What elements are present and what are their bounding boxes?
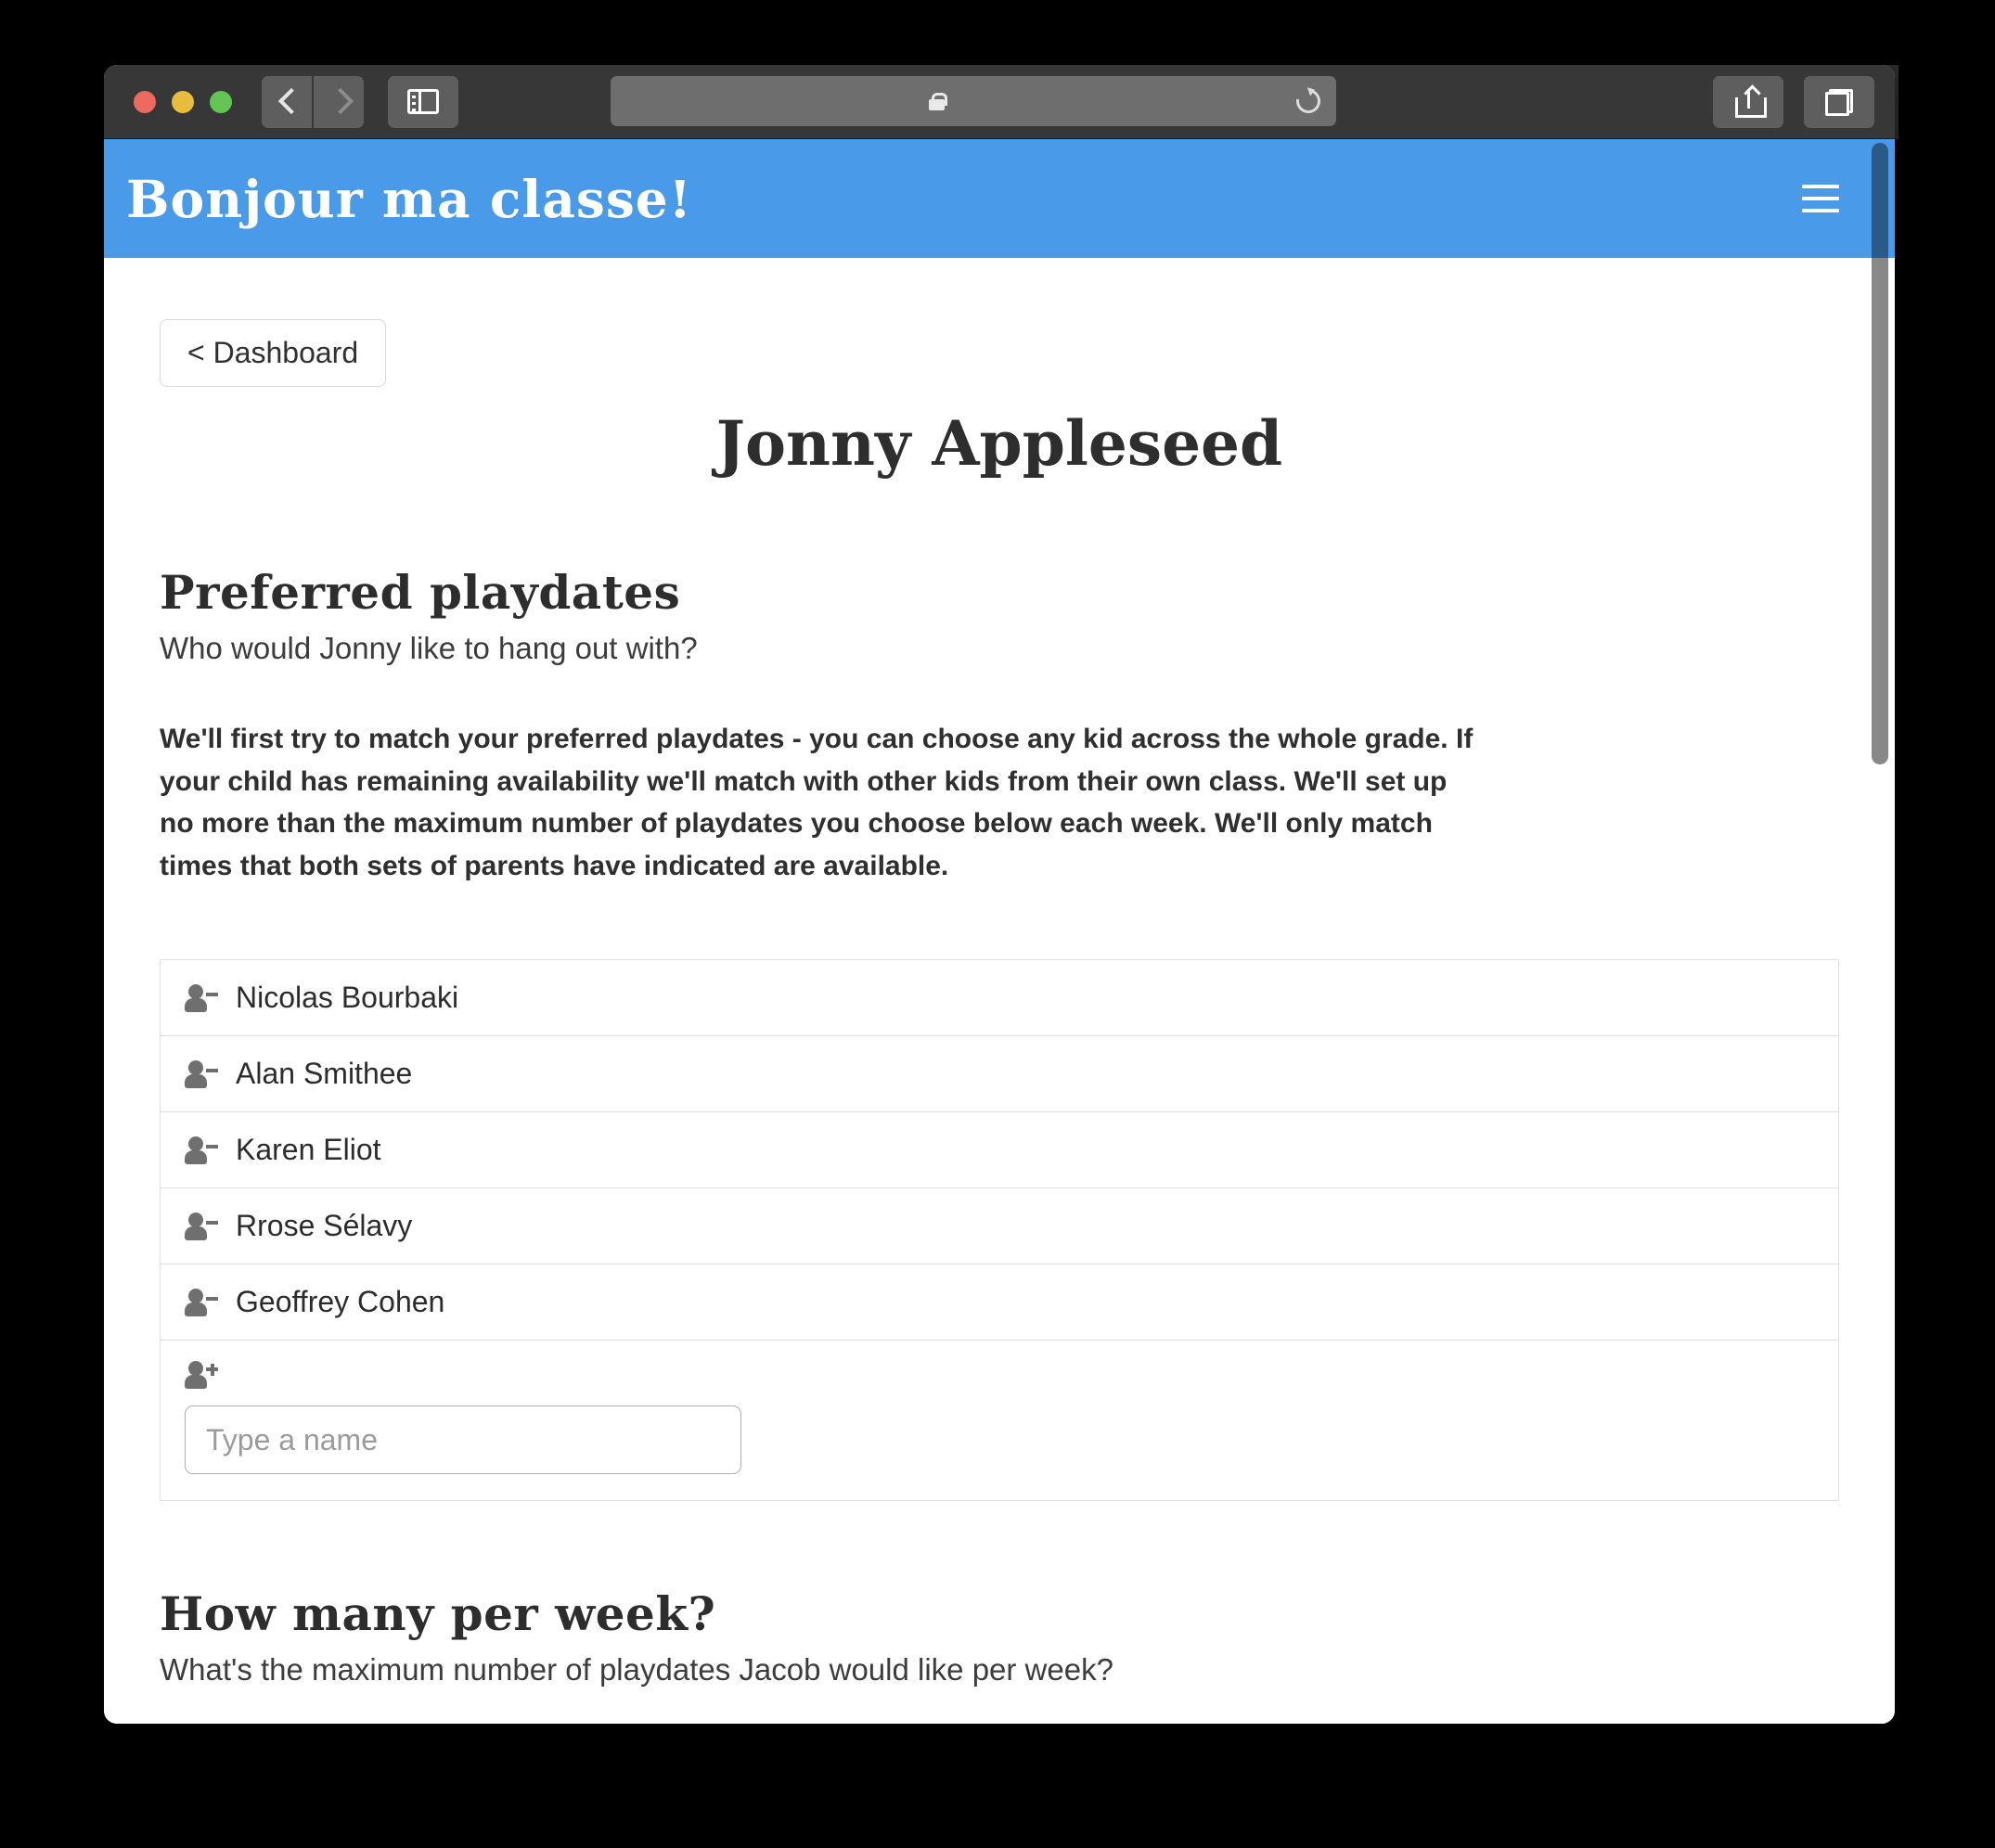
address-bar[interactable] bbox=[611, 76, 1336, 126]
section-subheading-preferred-playdates: Who would Jonny like to hang out with? bbox=[160, 631, 698, 665]
section-heading-preferred-playdates: Preferred playdates bbox=[160, 565, 681, 620]
preferred-playdates-list: Nicolas Bourbaki Alan Smithee Karen Elio… bbox=[160, 959, 1839, 1502]
page-viewport: Bonjour ma classe! < Dashboard Jonny App… bbox=[104, 139, 1895, 1724]
hamburger-menu-icon[interactable] bbox=[1802, 185, 1839, 212]
person-remove-icon[interactable] bbox=[185, 1212, 218, 1240]
list-item-label: Geoffrey Cohen bbox=[236, 1285, 445, 1319]
forward-button[interactable] bbox=[314, 75, 364, 128]
add-playdate-row bbox=[161, 1341, 1838, 1500]
maximize-window-button[interactable] bbox=[210, 90, 232, 113]
share-icon bbox=[1735, 87, 1767, 118]
sidebar-icon bbox=[407, 89, 439, 114]
site-header: Bonjour ma classe! bbox=[104, 139, 1895, 258]
list-item-label: Rrose Sélavy bbox=[236, 1209, 413, 1243]
page-scrollbar[interactable] bbox=[1872, 139, 1888, 1724]
minimize-window-button[interactable] bbox=[172, 90, 194, 113]
navigation-buttons bbox=[262, 75, 458, 128]
person-remove-icon[interactable] bbox=[185, 1288, 218, 1316]
tabs-icon bbox=[1825, 88, 1853, 116]
window-controls bbox=[134, 90, 232, 113]
toolbar-right-group bbox=[1713, 76, 1895, 128]
weekly-limit-section: How many per week? What's the maximum nu… bbox=[160, 1586, 1839, 1724]
person-remove-icon[interactable] bbox=[185, 1136, 218, 1164]
lock-icon bbox=[929, 92, 947, 110]
person-remove-icon[interactable] bbox=[185, 1059, 218, 1088]
matching-explainer-text: We'll first try to match your preferred … bbox=[160, 724, 1474, 881]
site-title: Bonjour ma classe! bbox=[126, 168, 692, 229]
person-add-icon[interactable] bbox=[185, 1361, 218, 1390]
list-item[interactable]: Geoffrey Cohen bbox=[161, 1264, 1838, 1341]
list-item-label: Alan Smithee bbox=[236, 1057, 413, 1091]
list-item-label: Karen Eliot bbox=[236, 1133, 381, 1167]
scrollbar-thumb-over-header[interactable] bbox=[1872, 143, 1888, 258]
list-item-label: Nicolas Bourbaki bbox=[236, 981, 459, 1015]
page-content: < Dashboard Jonny Appleseed Preferred pl… bbox=[104, 258, 1895, 1724]
chevron-left-icon bbox=[279, 88, 295, 116]
page-title: Jonny Appleseed bbox=[715, 407, 1283, 480]
reload-icon bbox=[1291, 83, 1326, 119]
back-to-dashboard-button[interactable]: < Dashboard bbox=[160, 319, 387, 387]
back-button[interactable] bbox=[262, 75, 312, 128]
add-name-input[interactable] bbox=[185, 1405, 741, 1475]
list-item[interactable]: Nicolas Bourbaki bbox=[161, 960, 1838, 1037]
share-button[interactable] bbox=[1713, 76, 1783, 128]
tab-overview-button[interactable] bbox=[1804, 76, 1874, 128]
list-item[interactable]: Rrose Sélavy bbox=[161, 1188, 1838, 1265]
close-window-button[interactable] bbox=[134, 90, 156, 113]
chevron-right-icon bbox=[331, 88, 347, 116]
browser-window: Bonjour ma classe! < Dashboard Jonny App… bbox=[104, 65, 1895, 1724]
person-remove-icon[interactable] bbox=[185, 983, 218, 1012]
list-item[interactable]: Karen Eliot bbox=[161, 1112, 1838, 1189]
reload-button[interactable] bbox=[1281, 76, 1336, 126]
browser-toolbar bbox=[104, 65, 1895, 139]
section-subheading-how-many-per-week: What's the maximum number of playdates J… bbox=[160, 1652, 1113, 1688]
toggle-sidebar-button[interactable] bbox=[388, 75, 458, 128]
list-item[interactable]: Alan Smithee bbox=[161, 1036, 1838, 1113]
section-heading-how-many-per-week: How many per week? bbox=[160, 1586, 716, 1642]
